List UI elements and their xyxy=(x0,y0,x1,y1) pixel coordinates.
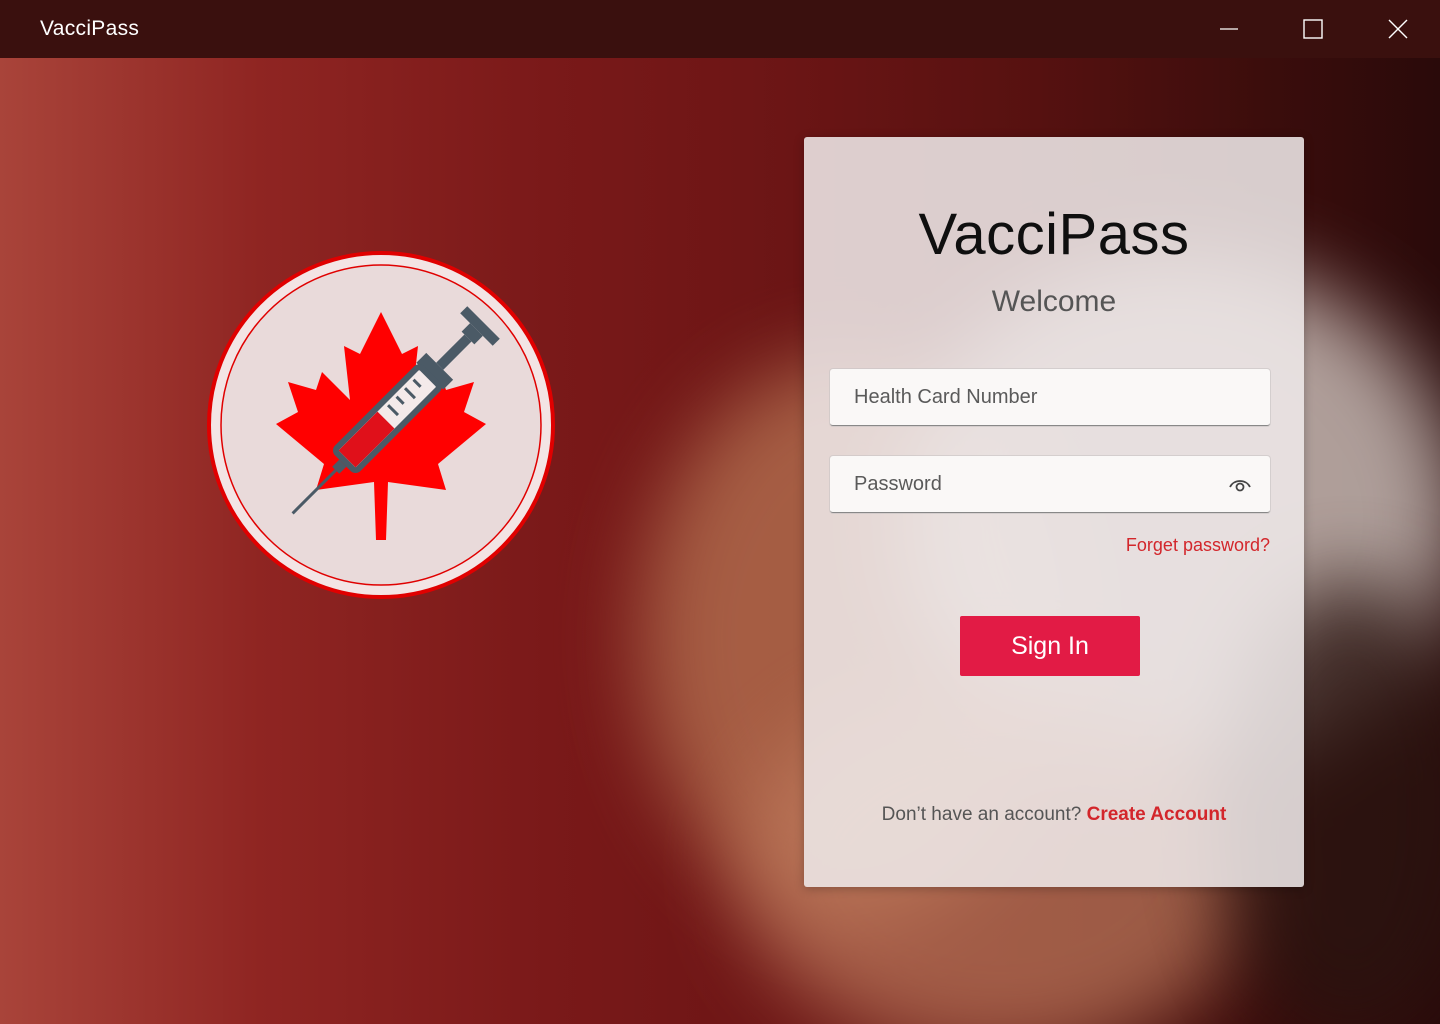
login-card: VacciPass Welcome Forget password? Sign … xyxy=(804,137,1304,887)
forgot-password-link[interactable]: Forget password? xyxy=(1126,535,1270,556)
maximize-icon xyxy=(1303,19,1323,39)
window-title: VacciPass xyxy=(40,17,140,40)
create-account-link[interactable]: Create Account xyxy=(1087,804,1227,825)
window-titlebar: VacciPass xyxy=(0,0,1440,58)
health-card-input[interactable] xyxy=(830,369,1270,425)
health-card-field[interactable] xyxy=(830,369,1270,426)
app-logo xyxy=(206,250,556,600)
eye-icon[interactable] xyxy=(1228,473,1252,497)
close-button[interactable] xyxy=(1378,9,1418,49)
minimize-button[interactable] xyxy=(1209,9,1249,49)
password-field[interactable] xyxy=(830,456,1270,513)
sign-in-button[interactable]: Sign In xyxy=(960,616,1140,676)
password-input[interactable] xyxy=(830,456,1270,512)
minimize-icon xyxy=(1220,28,1238,30)
app-title: VacciPass xyxy=(918,202,1190,267)
maple-leaf-syringe-icon xyxy=(207,251,555,599)
welcome-heading: Welcome xyxy=(991,285,1117,318)
close-icon xyxy=(1388,19,1408,39)
no-account-text: Don’t have an account? xyxy=(881,804,1082,825)
create-account-row: Don’t have an account? Create Account xyxy=(804,804,1304,826)
maximize-button[interactable] xyxy=(1293,9,1333,49)
